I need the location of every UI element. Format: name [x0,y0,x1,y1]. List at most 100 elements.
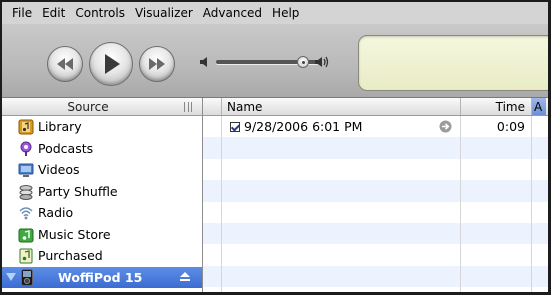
itunes-window: File Edit Controls Visualizer Advanced H… [0,0,551,295]
source-item-label: Videos [38,162,80,178]
menu-controls[interactable]: Controls [71,6,131,20]
row-blank-cell [203,287,222,292]
menu-visualizer[interactable]: Visualizer [131,6,199,20]
time-column-label: Time [495,99,525,114]
source-item-label: Podcasts [38,140,94,156]
volume-slider-knob[interactable] [296,56,309,68]
source-list: Source Library Podcasts Videos Party Shu… [2,98,203,292]
source-item-podcasts[interactable]: Podcasts [2,138,202,160]
artist-column-label: A [534,99,543,114]
track-time-cell [461,201,532,223]
source-item-library[interactable]: Library [2,116,202,138]
table-row [203,265,548,288]
table-row [203,158,548,181]
source-item-label: Music Store [38,226,111,242]
source-item-label: Party Shuffle [38,183,118,199]
table-row [203,287,548,292]
fast-forward-icon [149,58,165,70]
ipod-icon [21,268,33,286]
menu-advanced[interactable]: Advanced [199,6,268,20]
table-row [203,244,548,266]
track-name-cell [222,201,461,223]
checkbox-column-header[interactable] [203,98,222,115]
row-blank-cell [203,158,222,181]
video-icon [18,163,34,177]
radio-icon [19,207,33,220]
menu-help[interactable]: Help [268,6,305,20]
volume-control [200,54,340,70]
row-blank-cell [203,116,222,138]
podcast-icon [20,141,32,156]
track-time-cell [461,287,532,292]
track-name-cell [222,158,461,181]
track-name-cell [222,180,461,202]
source-item-ipod[interactable]: WoffiPod 15 [2,266,202,288]
table-row [203,137,548,159]
track-time-cell [461,180,532,202]
player-toolbar [2,24,548,98]
row-blank-cell [203,137,222,159]
source-item-label: Radio [38,205,74,221]
source-item-videos[interactable]: Videos [2,159,202,181]
track-time: 0:09 [496,119,525,135]
source-header-label: Source [67,99,109,114]
menu-bar: File Edit Controls Visualizer Advanced H… [2,2,548,24]
source-item-purchased[interactable]: Purchased [2,245,202,267]
row-blank-cell [203,201,222,223]
track-time-cell: 0:09 [461,116,532,138]
eject-icon[interactable] [180,271,190,282]
time-column-header[interactable]: Time [461,98,532,115]
row-blank-cell [203,244,222,266]
track-name-cell [222,244,461,266]
source-item-label: Library [38,119,82,135]
source-item-label: Purchased [38,248,103,264]
track-checkbox[interactable] [230,121,240,132]
rewind-icon [57,58,73,70]
track-list-header: Name Time A [203,98,548,116]
table-row [203,180,548,202]
volume-low-icon [200,57,207,67]
name-column-label: Name [227,99,263,114]
track-name-cell [222,287,461,292]
track-list: Name Time A 9/28/2006 6:01 PM 0:09 [203,98,548,292]
source-item-music-store[interactable]: Music Store [2,224,202,246]
menu-edit[interactable]: Edit [38,6,71,20]
table-row [203,222,548,245]
track-time-cell [461,222,532,245]
track-name-cell: 9/28/2006 6:01 PM [222,116,461,138]
row-blank-cell [203,222,222,245]
table-row [203,201,548,223]
party-shuffle-icon [19,184,33,200]
source-header[interactable]: Source [2,98,202,116]
menu-file[interactable]: File [8,6,38,20]
track-time-cell [461,158,532,181]
purchased-icon [19,248,33,264]
track-time-cell [461,137,532,159]
play-button[interactable] [89,42,133,86]
source-item-radio[interactable]: Radio [2,202,202,224]
source-item-party-shuffle[interactable]: Party Shuffle [2,181,202,203]
status-display [358,35,548,91]
go-arrow-icon[interactable] [439,120,452,133]
ipod-label: WoffiPod 15 [58,269,143,285]
name-column-header[interactable]: Name [222,98,461,115]
previous-button[interactable] [47,46,83,82]
next-button[interactable] [139,46,175,82]
track-name: 9/28/2006 6:01 PM [244,119,363,135]
artist-column-header[interactable]: A [532,98,546,115]
track-name-cell [222,137,461,159]
row-blank-cell [203,180,222,202]
table-row[interactable]: 9/28/2006 6:01 PM 0:09 [203,116,548,138]
track-name-cell [222,222,461,245]
volume-high-icon [315,56,329,68]
track-name-cell [222,265,461,288]
play-icon [105,54,120,74]
row-blank-cell [203,265,222,288]
library-icon [18,119,34,135]
track-rows: 9/28/2006 6:01 PM 0:09 [203,116,548,292]
music-store-icon [18,228,34,242]
track-time-cell [461,244,532,266]
column-resize-handle[interactable] [184,102,192,112]
track-time-cell [461,265,532,288]
disclosure-triangle-icon[interactable] [6,272,16,282]
